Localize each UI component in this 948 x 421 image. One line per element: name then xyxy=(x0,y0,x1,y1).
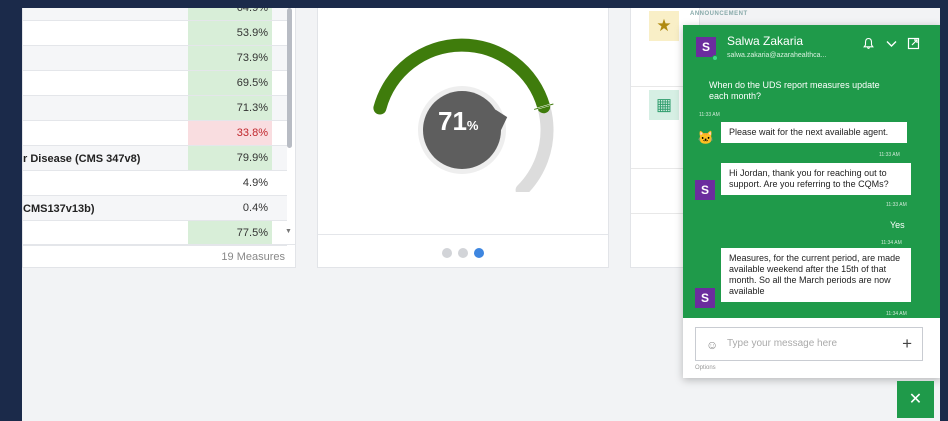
bot-message: Please wait for the next available agent… xyxy=(721,122,907,143)
carousel-dots xyxy=(442,248,484,258)
table-row[interactable]: CMS137v13b) 0.4% xyxy=(23,196,287,221)
agent-name: Salwa Zakaria xyxy=(727,34,804,48)
agent-message: Measures, for the current period, are ma… xyxy=(721,248,911,302)
table-row[interactable]: 64.9% xyxy=(23,8,287,21)
gauge-card: 71% xyxy=(317,8,609,268)
table-footer: 19 Measures xyxy=(23,244,295,268)
scrollbar-thumb[interactable] xyxy=(287,8,292,148)
measure-value: 64.9% xyxy=(188,8,272,20)
measure-name: CMS137v13b) xyxy=(23,203,95,215)
measure-value: 69.5% xyxy=(188,71,272,95)
scroll-down-arrow-icon[interactable]: ▼ xyxy=(285,228,292,235)
measure-name: r Disease (CMS 347v8) xyxy=(23,153,141,165)
message-placeholder: Type your message here xyxy=(727,338,838,349)
attach-plus-icon[interactable]: + xyxy=(902,334,912,354)
message-timestamp: 11:34 AM xyxy=(881,240,902,246)
user-message: When do the UDS report measures update e… xyxy=(709,80,880,101)
table-row[interactable]: 33.8% xyxy=(23,121,287,146)
dashboard: 64.9% 53.9% 73.9% 69.5% 71.3% 33.8% r Di… xyxy=(22,8,940,421)
measure-value: 77.5% xyxy=(188,221,272,245)
gauge-unit: % xyxy=(466,118,479,133)
message-timestamp: 11:33 AM xyxy=(886,202,907,208)
agent-avatar: S xyxy=(695,180,715,200)
star-icon[interactable]: ★ xyxy=(649,11,679,41)
message-timestamp: 11:33 AM xyxy=(879,152,900,158)
message-input[interactable]: ☺ Type your message here + xyxy=(695,327,923,361)
options-link[interactable]: Options xyxy=(695,365,716,371)
measure-count: 19 Measures xyxy=(221,251,285,263)
emoji-icon[interactable]: ☺ xyxy=(706,338,718,352)
measure-value: 53.9% xyxy=(188,21,272,45)
measure-value: 33.8% xyxy=(188,121,272,145)
table-row[interactable]: 53.9% xyxy=(23,21,287,46)
table-row[interactable]: r Disease (CMS 347v8) 79.9% xyxy=(23,146,287,171)
message-timestamp: 11:33 AM xyxy=(699,112,720,118)
gauge-value-label: 71% xyxy=(438,106,478,137)
table-scrollbar[interactable]: ▼ xyxy=(285,8,294,240)
table-row[interactable]: 77.5% xyxy=(23,221,287,246)
carousel-dot-3[interactable] xyxy=(474,248,484,258)
chat-widget: S Salwa Zakaria salwa.zakaria@azarahealt… xyxy=(683,25,940,378)
announcement-label: ANNOUNCEMENT xyxy=(690,11,748,17)
carousel-dot-2[interactable] xyxy=(458,248,468,258)
bot-avatar-icon: 🐱 xyxy=(697,130,715,145)
popout-icon[interactable] xyxy=(904,37,922,55)
agent-email: salwa.zakaria@azarahealthca... xyxy=(727,52,827,59)
agent-avatar: S xyxy=(695,288,715,308)
chat-messages: When do the UDS report measures update e… xyxy=(683,72,940,318)
calendar-icon[interactable]: ▦ xyxy=(649,90,679,120)
close-chat-button[interactable]: ✕ xyxy=(897,381,934,418)
agent-avatar: S xyxy=(696,37,716,57)
table-row[interactable]: 71.3% xyxy=(23,96,287,121)
table-row[interactable]: 4.9% xyxy=(23,171,287,196)
table-row[interactable]: 73.9% xyxy=(23,46,287,71)
measure-value: 4.9% xyxy=(242,177,268,189)
gauge-value: 71 xyxy=(438,106,467,136)
message-timestamp: 11:34 AM xyxy=(886,311,907,317)
measure-value: 71.3% xyxy=(188,96,272,120)
chat-header: S Salwa Zakaria salwa.zakaria@azarahealt… xyxy=(683,25,940,72)
measure-value: 0.4% xyxy=(242,202,268,214)
carousel-dot-1[interactable] xyxy=(442,248,452,258)
table-row[interactable]: 69.5% xyxy=(23,71,287,96)
user-message: Yes xyxy=(890,220,905,230)
bell-icon[interactable] xyxy=(859,37,877,55)
divider xyxy=(318,234,608,235)
chevron-down-icon[interactable] xyxy=(882,37,900,55)
measures-table: 64.9% 53.9% 73.9% 69.5% 71.3% 33.8% r Di… xyxy=(22,8,296,268)
measure-value: 73.9% xyxy=(188,46,272,70)
online-status-dot xyxy=(712,55,718,61)
measure-value: 79.9% xyxy=(188,146,272,170)
close-icon: ✕ xyxy=(908,391,923,408)
agent-message: Hi Jordan, thank you for reaching out to… xyxy=(721,163,911,195)
